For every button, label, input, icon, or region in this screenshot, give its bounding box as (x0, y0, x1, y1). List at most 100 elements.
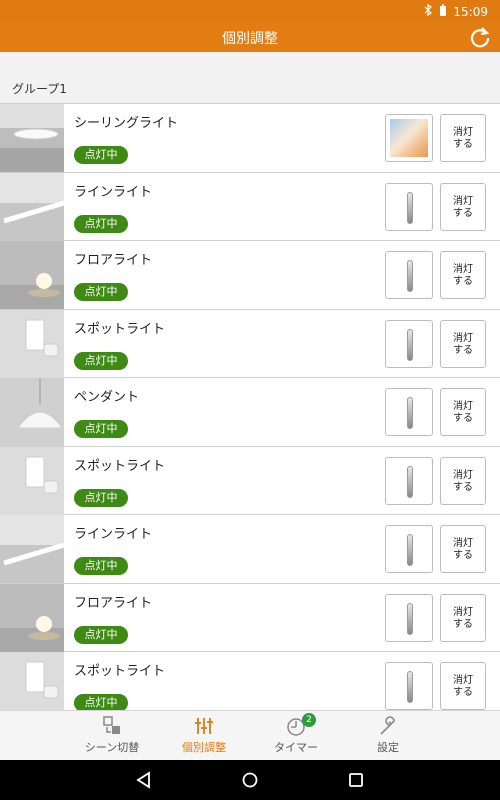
device-name: フロアライト (74, 595, 153, 611)
turn-off-label: する (453, 550, 473, 561)
turn-off-button[interactable]: 消灯 する (440, 319, 486, 368)
turn-off-label: する (453, 276, 473, 287)
status-time: 15:09 (453, 4, 488, 19)
bottom-navigation: シーン切替 個別調整 2 タイマー 設定 (0, 710, 500, 760)
brightness-slider-button[interactable] (385, 662, 433, 710)
status-badge: 点灯中 (74, 420, 128, 438)
turn-off-label: 消灯 (453, 538, 473, 549)
status-badge: 点灯中 (74, 214, 128, 233)
status-badge: 点灯中 (74, 351, 128, 370)
turn-off-button[interactable]: 消灯 する (440, 456, 486, 505)
turn-off-label: 消灯 (453, 332, 473, 344)
nav-settings[interactable]: 設定 (348, 711, 428, 761)
brightness-slider-button[interactable] (385, 456, 433, 505)
pendant-light-image (0, 378, 64, 446)
ceiling-light-image (0, 104, 64, 172)
turn-off-label: する (453, 687, 473, 698)
home-icon[interactable] (240, 770, 260, 790)
nav-scene-label: シーン切替 (84, 741, 140, 754)
status-badge: 点灯中 (74, 694, 128, 710)
nav-timer-label: タイマー (274, 741, 318, 754)
slider-bar (407, 191, 413, 224)
list-item: スポットライト 点灯中 消灯 する (0, 309, 500, 378)
turn-off-label: 消灯 (453, 675, 473, 686)
floor-light-image (0, 583, 64, 652)
brightness-slider-button[interactable] (385, 525, 433, 573)
turn-off-label: する (453, 139, 473, 150)
device-name: スポットライト (74, 458, 166, 474)
list-item: スポットライト 点灯中 消灯 する (0, 652, 500, 710)
device-name: フロアライト (74, 253, 153, 268)
turn-off-label: する (453, 344, 473, 356)
system-navigation-bar (0, 760, 500, 800)
slider-bar (407, 260, 413, 292)
status-badge: 点灯中 (74, 146, 128, 164)
brightness-slider-button[interactable] (385, 251, 433, 299)
list-item: ラインライト 点灯中 消灯 する (0, 515, 500, 584)
list-item: シーリングライト 点灯中 消灯 する (0, 104, 500, 173)
slider-bar (407, 534, 413, 566)
line-light-image (0, 515, 64, 583)
brightness-slider-button[interactable] (385, 388, 433, 436)
device-name: スポットライト (74, 321, 166, 337)
floor-light-image (0, 241, 64, 309)
brightness-slider-button[interactable] (385, 593, 433, 642)
list-item: フロアライト 点灯中 消灯 する (0, 241, 500, 310)
brightness-slider-button[interactable] (385, 319, 433, 368)
turn-off-button[interactable]: 消灯 する (440, 251, 486, 299)
color-swatch (390, 119, 428, 157)
slider-bar (407, 465, 413, 498)
status-bar: 15:09 (0, 0, 500, 22)
device-name: スポットライト (74, 664, 166, 679)
bluetooth-icon (423, 3, 433, 19)
device-name: ラインライト (74, 527, 153, 542)
app-bar: 個別調整 (0, 22, 500, 52)
device-name: ペンダント (74, 390, 140, 405)
list-item: スポットライト 点灯中 消灯 する (0, 446, 500, 515)
line-light-image (0, 172, 64, 241)
nav-individual[interactable]: 個別調整 (164, 711, 244, 761)
slider-bar (407, 602, 413, 635)
turn-off-label: 消灯 (453, 606, 473, 618)
page-title: 個別調整 (222, 31, 278, 47)
turn-off-button[interactable]: 消灯 する (440, 182, 486, 231)
group-name: グループ1 (12, 82, 67, 96)
turn-off-label: する (453, 413, 473, 424)
turn-off-label: する (453, 481, 473, 493)
scene-switch-icon (103, 716, 120, 734)
back-icon[interactable] (134, 770, 154, 790)
turn-off-button[interactable]: 消灯 する (440, 662, 486, 710)
status-badge: 点灯中 (74, 488, 128, 507)
refresh-icon[interactable] (468, 25, 492, 49)
turn-off-label: する (453, 618, 473, 630)
brightness-slider-button[interactable] (385, 182, 433, 231)
wrench-icon (380, 716, 395, 735)
battery-icon (439, 4, 447, 19)
timer-count-badge: 2 (302, 713, 316, 727)
nav-scene[interactable]: シーン切替 (72, 711, 152, 761)
device-name: シーリングライト (74, 116, 179, 131)
slider-bar (407, 671, 413, 703)
device-list: グループ1 シーリングライト 点灯中 消灯 する ラインライト 点灯中 消灯 す… (0, 52, 500, 710)
slider-bar (407, 397, 413, 429)
slider-bar (407, 328, 413, 361)
color-control-button[interactable] (385, 114, 433, 162)
list-item: ペンダント 点灯中 消灯 する (0, 378, 500, 447)
turn-off-label: 消灯 (453, 127, 473, 138)
turn-off-label: 消灯 (453, 264, 473, 275)
turn-off-button[interactable]: 消灯 する (440, 593, 486, 642)
turn-off-label: 消灯 (453, 401, 473, 412)
recent-apps-icon[interactable] (346, 770, 366, 790)
list-item: ラインライト 点灯中 消灯 する (0, 172, 500, 241)
list-item: フロアライト 点灯中 消灯 する (0, 583, 500, 652)
turn-off-button[interactable]: 消灯 する (440, 114, 486, 162)
nav-timer[interactable]: 2 タイマー (256, 711, 336, 761)
status-badge: 点灯中 (74, 283, 128, 301)
device-name: ラインライト (74, 184, 153, 200)
nav-settings-label: 設定 (377, 741, 399, 754)
turn-off-button[interactable]: 消灯 する (440, 525, 486, 573)
turn-off-label: 消灯 (453, 469, 473, 481)
nav-individual-label: 個別調整 (182, 741, 226, 754)
turn-off-button[interactable]: 消灯 する (440, 388, 486, 436)
turn-off-label: する (453, 207, 473, 219)
